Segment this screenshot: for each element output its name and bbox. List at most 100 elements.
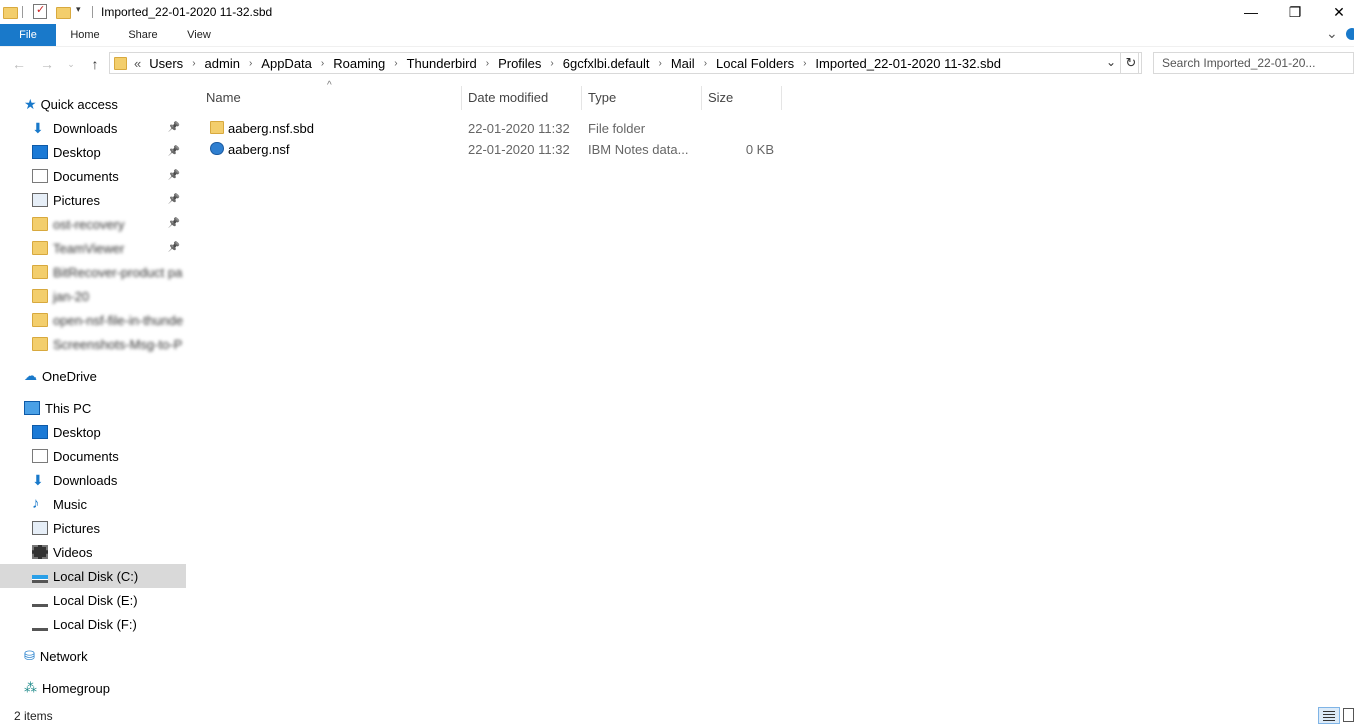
address-bar[interactable]: « Users › admin › AppData › Roaming › Thunderbir… bbox=[109, 52, 1139, 74]
breadcrumb-item[interactable]: Profiles bbox=[494, 56, 545, 71]
sidebar-item-desktop[interactable]: Desktop bbox=[0, 420, 186, 444]
breadcrumb-item[interactable]: admin bbox=[201, 56, 244, 71]
sidebar-item-local-disk-e[interactable]: Local Disk (E:) bbox=[0, 588, 186, 612]
tab-home[interactable]: Home bbox=[62, 24, 108, 46]
sidebar-item-videos[interactable]: Videos bbox=[0, 540, 186, 564]
sidebar-item-this-pc[interactable]: This PC bbox=[24, 396, 188, 420]
file-date-modified: 22-01-2020 11:32 bbox=[468, 142, 570, 157]
search-input[interactable]: Search Imported_22-01-20... bbox=[1153, 52, 1354, 74]
sidebar-item-local-disk-f[interactable]: Local Disk (F:) bbox=[0, 612, 186, 636]
breadcrumb-separator-icon[interactable]: › bbox=[389, 58, 402, 69]
sidebar-item-label: Screenshots-Msg-to-P bbox=[53, 336, 183, 352]
table-row[interactable]: aaberg.nsf.sbd 22-01-2020 11:32 File folde… bbox=[204, 118, 784, 139]
sidebar-item-network[interactable]: ⛁ Network bbox=[24, 644, 188, 668]
customize-quick-access-icon[interactable]: ▾ bbox=[76, 4, 81, 15]
sidebar-item-label: Music bbox=[53, 496, 87, 512]
sidebar-item-teamviewer[interactable]: TeamViewer 📌 bbox=[0, 236, 186, 260]
column-divider[interactable] bbox=[701, 86, 702, 110]
sidebar-item-open-nsf-file-in-thunde[interactable]: open-nsf-file-in-thunde bbox=[0, 308, 186, 332]
sidebar-item-label: Desktop bbox=[53, 424, 101, 440]
sidebar-item-homegroup[interactable]: ⁂ Homegroup bbox=[24, 676, 188, 700]
breadcrumb-overflow[interactable]: « bbox=[130, 56, 145, 71]
file-type: IBM Notes data... bbox=[588, 142, 689, 157]
folder-icon bbox=[32, 241, 48, 255]
large-icons-view-icon[interactable] bbox=[1343, 708, 1354, 722]
up-arrow-icon[interactable]: ↑ bbox=[86, 55, 104, 73]
breadcrumb-item[interactable]: Mail bbox=[667, 56, 699, 71]
sidebar-item-quick-access[interactable]: ★ Quick access bbox=[24, 92, 188, 116]
sidebar-item-label: Downloads bbox=[53, 120, 118, 136]
desktop-icon bbox=[32, 145, 48, 159]
folder-icon bbox=[210, 121, 224, 134]
sidebar-item-downloads[interactable]: ⬇ Downloads bbox=[0, 468, 186, 492]
breadcrumb-separator-icon[interactable]: › bbox=[545, 58, 558, 69]
breadcrumb-item[interactable]: Imported_22-01-2020 11-32.sbd bbox=[811, 56, 1005, 71]
documents-icon bbox=[32, 169, 48, 183]
sidebar-item-label: Pictures bbox=[53, 192, 100, 208]
sidebar-item-jan-20[interactable]: jan-20 bbox=[0, 284, 186, 308]
sidebar-item-documents[interactable]: Documents bbox=[0, 444, 186, 468]
navigation-pane: ★ Quick access ⬇ Downloads 📌 Desktop 📌 Docume… bbox=[0, 86, 188, 706]
item-count: 2 items bbox=[14, 709, 53, 723]
sidebar-item-label: Local Disk (C:) bbox=[53, 568, 139, 584]
minimize-button[interactable]: — bbox=[1228, 0, 1274, 24]
sidebar-item-music[interactable]: ♪ Music bbox=[0, 492, 186, 516]
sidebar-item-label: Downloads bbox=[53, 472, 118, 488]
column-header-name[interactable]: Name bbox=[206, 86, 241, 110]
tab-view[interactable]: View bbox=[176, 24, 222, 46]
sidebar-item-label: Pictures bbox=[53, 520, 100, 536]
sidebar-item-screenshots-msg-to-p[interactable]: Screenshots-Msg-to-P bbox=[0, 332, 186, 356]
close-button[interactable]: ✕ bbox=[1316, 0, 1354, 24]
column-header-type[interactable]: Type bbox=[588, 86, 616, 110]
table-row[interactable]: aaberg.nsf 22-01-2020 11:32 IBM Notes data… bbox=[204, 139, 784, 160]
column-divider[interactable] bbox=[781, 86, 782, 110]
help-icon[interactable] bbox=[1346, 28, 1354, 40]
breadcrumb-item[interactable]: Thunderbird bbox=[403, 56, 481, 71]
column-header-size[interactable]: Size bbox=[708, 86, 733, 110]
details-view-icon[interactable] bbox=[1318, 707, 1340, 724]
column-divider[interactable] bbox=[581, 86, 582, 110]
forward-arrow-icon[interactable]: → bbox=[38, 55, 56, 73]
restore-button[interactable]: ❐ bbox=[1272, 0, 1318, 24]
tab-share[interactable]: Share bbox=[120, 24, 166, 46]
ribbon-tabs: File Home Share View ⌄ bbox=[0, 24, 1354, 47]
address-dropdown-icon[interactable]: ⌄ bbox=[1106, 55, 1116, 69]
refresh-icon[interactable]: ↻ bbox=[1120, 52, 1142, 74]
breadcrumb-item[interactable]: Roaming bbox=[329, 56, 389, 71]
ribbon-expand-icon[interactable]: ⌄ bbox=[1326, 25, 1338, 42]
folder-icon bbox=[32, 313, 48, 327]
sidebar-item-label: Videos bbox=[53, 544, 93, 560]
breadcrumb-separator-icon[interactable]: › bbox=[699, 58, 712, 69]
sidebar-item-pictures[interactable]: Pictures 📌 bbox=[0, 188, 186, 212]
drive-icon bbox=[32, 599, 48, 607]
sidebar-item-desktop[interactable]: Desktop 📌 bbox=[0, 140, 186, 164]
sidebar-item-local-disk-c[interactable]: Local Disk (C:) bbox=[0, 564, 186, 588]
properties-icon[interactable]: ✓ bbox=[33, 4, 47, 19]
breadcrumb-item[interactable]: AppData bbox=[257, 56, 316, 71]
sidebar-item-ost-recovery[interactable]: ost-recovery 📌 bbox=[0, 212, 186, 236]
pin-icon: 📌 bbox=[167, 170, 180, 181]
breadcrumb-separator-icon[interactable]: › bbox=[244, 58, 257, 69]
breadcrumb-separator-icon[interactable]: › bbox=[316, 58, 329, 69]
sidebar-item-pictures[interactable]: Pictures bbox=[0, 516, 186, 540]
breadcrumb-separator-icon[interactable]: › bbox=[187, 58, 200, 69]
sidebar-item-label: Documents bbox=[53, 168, 119, 184]
network-icon: ⛁ bbox=[24, 648, 35, 663]
sidebar-item-onedrive[interactable]: ☁ OneDrive bbox=[24, 364, 188, 388]
breadcrumb-separator-icon[interactable]: › bbox=[481, 58, 494, 69]
breadcrumb-separator-icon[interactable]: › bbox=[798, 58, 811, 69]
column-header-date-modified[interactable]: Date modified bbox=[468, 86, 548, 110]
breadcrumb-item[interactable]: Local Folders bbox=[712, 56, 798, 71]
sidebar-item-bitrecover-product-pa[interactable]: BitRecover-product pa bbox=[0, 260, 186, 284]
new-folder-icon[interactable] bbox=[56, 7, 71, 19]
back-arrow-icon[interactable]: ← bbox=[10, 55, 28, 73]
sidebar-item-downloads[interactable]: ⬇ Downloads 📌 bbox=[0, 116, 186, 140]
tab-file[interactable]: File bbox=[0, 24, 56, 46]
column-divider[interactable] bbox=[461, 86, 462, 110]
recent-locations-icon[interactable]: ⌄ bbox=[62, 55, 80, 73]
breadcrumb-separator-icon[interactable]: › bbox=[654, 58, 667, 69]
sidebar-item-documents[interactable]: Documents 📌 bbox=[0, 164, 186, 188]
breadcrumb-item[interactable]: Users bbox=[145, 56, 187, 71]
download-icon: ⬇ bbox=[32, 472, 44, 488]
breadcrumb-item[interactable]: 6gcfxlbi.default bbox=[559, 56, 654, 71]
